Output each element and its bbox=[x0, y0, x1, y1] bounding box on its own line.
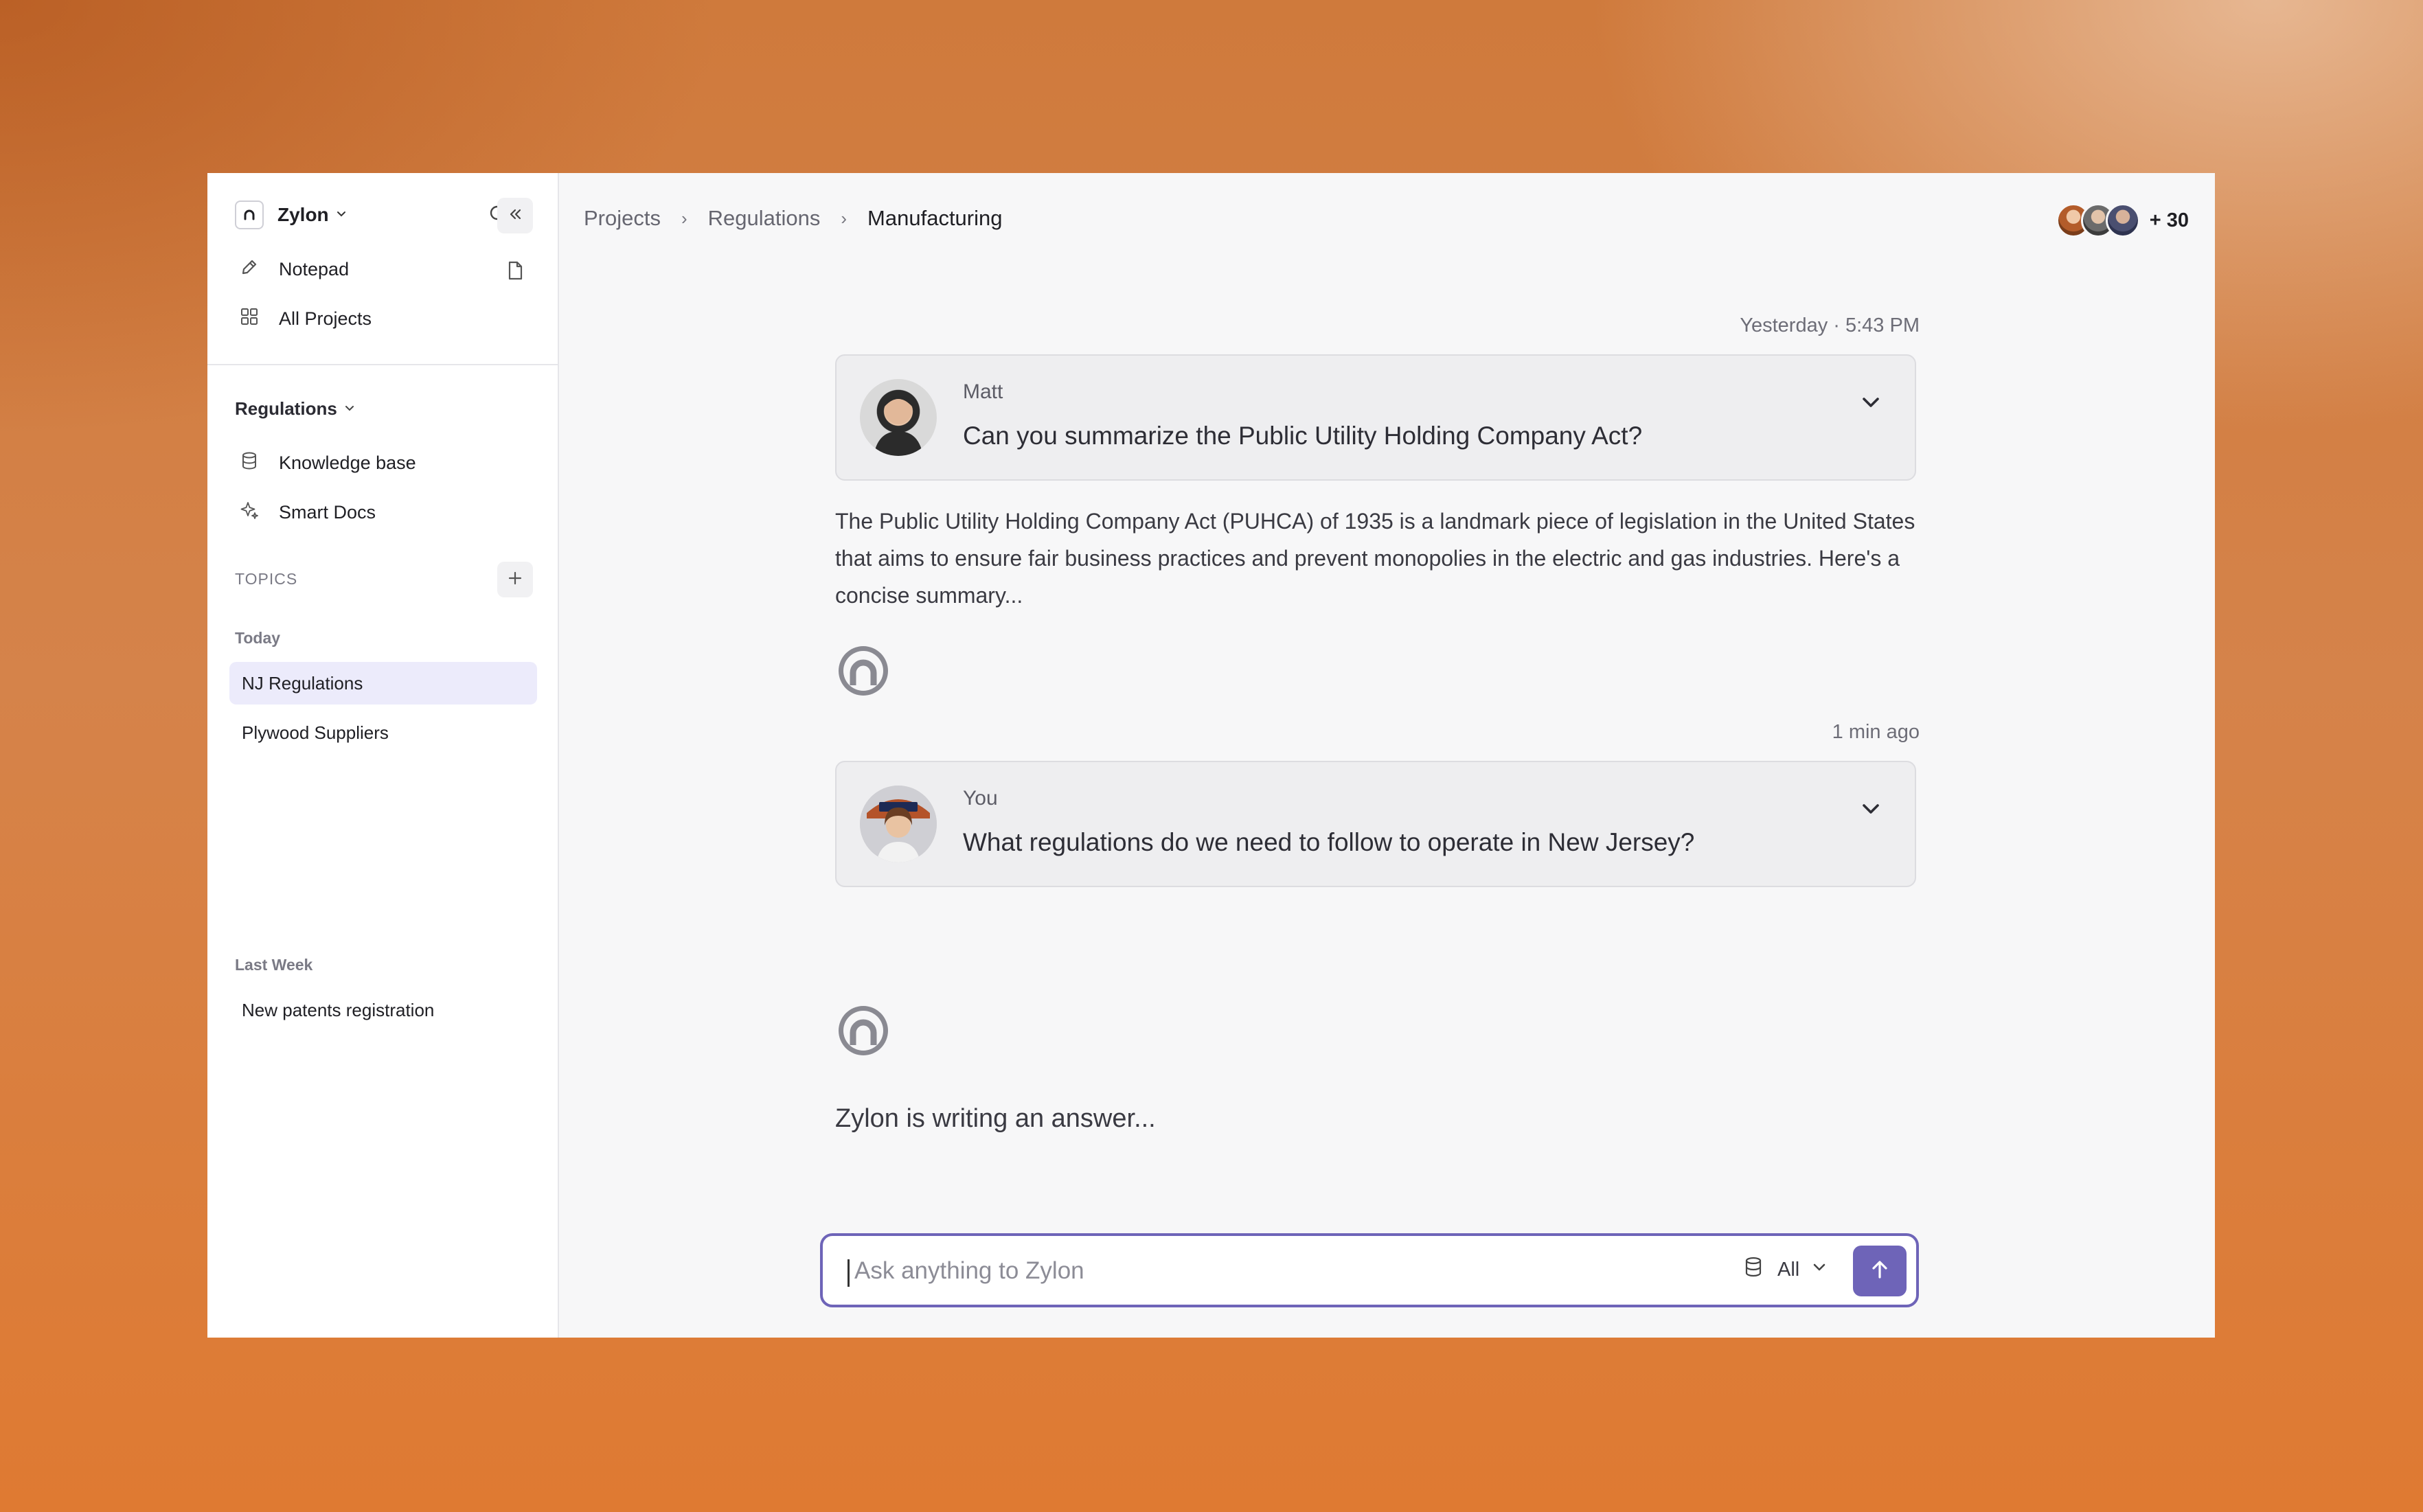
assistant-answer: The Public Utility Holding Company Act (… bbox=[835, 509, 1915, 608]
zylon-logo-icon bbox=[235, 201, 264, 229]
sidebar-item-knowledge-base[interactable]: Knowledge base bbox=[239, 450, 416, 476]
double-chevron-left-icon bbox=[505, 205, 525, 227]
workspace-switcher[interactable]: Zylon bbox=[235, 201, 348, 229]
topic-group-label: Today bbox=[235, 629, 281, 647]
message-author: You bbox=[963, 787, 998, 810]
database-icon bbox=[239, 450, 260, 476]
collaborators[interactable]: + 30 bbox=[2056, 203, 2189, 238]
collaborator-count: + 30 bbox=[2149, 209, 2189, 231]
brand-name: Zylon bbox=[277, 204, 329, 225]
message-timestamp: 1 min ago bbox=[1832, 721, 1920, 743]
message-input[interactable] bbox=[853, 1250, 1749, 1292]
sidebar: Zylon Notepad All Projects Regulations K… bbox=[207, 173, 559, 1338]
sparkle-icon bbox=[239, 500, 260, 525]
workspace-selector[interactable]: Regulations bbox=[235, 398, 356, 420]
user-message-card[interactable]: You What regulations do we need to follo… bbox=[835, 761, 1916, 887]
zylon-assistant-icon bbox=[835, 1003, 891, 1059]
text-cursor bbox=[848, 1259, 850, 1287]
sidebar-item-smart-docs[interactable]: Smart Docs bbox=[239, 500, 376, 525]
database-icon bbox=[1742, 1255, 1765, 1284]
zylon-assistant-icon bbox=[835, 643, 891, 699]
topic-group-label: Last Week bbox=[235, 956, 313, 974]
breadcrumb-item[interactable]: Projects bbox=[584, 206, 661, 231]
topic-item-plywood-suppliers[interactable]: Plywood Suppliers bbox=[229, 711, 537, 754]
avatar bbox=[860, 786, 937, 862]
chevron-down-icon bbox=[334, 207, 348, 224]
topic-item-new-patents-registration[interactable]: New patents registration bbox=[229, 989, 537, 1031]
chevron-down-icon[interactable] bbox=[1857, 389, 1885, 420]
source-selector[interactable]: All bbox=[1742, 1255, 1830, 1284]
arrow-up-icon bbox=[1867, 1257, 1892, 1285]
pencil-icon bbox=[239, 257, 260, 282]
breadcrumb: Projects › Regulations › Manufacturing bbox=[584, 206, 1003, 231]
message-text: Can you summarize the Public Utility Hol… bbox=[963, 422, 1643, 450]
breadcrumb-current: Manufacturing bbox=[867, 206, 1003, 230]
message-text: What regulations do we need to follow to… bbox=[963, 828, 1695, 856]
chevron-down-icon bbox=[343, 398, 356, 420]
chevron-down-icon bbox=[1809, 1257, 1830, 1283]
chevron-down-icon[interactable] bbox=[1857, 795, 1885, 826]
message-timestamp: Yesterday · 5:43 PM bbox=[1740, 314, 1920, 336]
plus-icon bbox=[506, 569, 524, 591]
sidebar-item-notepad[interactable]: Notepad bbox=[239, 257, 349, 282]
assistant-status: Zylon is writing an answer... bbox=[835, 1104, 1156, 1133]
user-message-card[interactable]: Matt Can you summarize the Public Utilit… bbox=[835, 354, 1916, 481]
sidebar-item-label: All Projects bbox=[279, 308, 372, 329]
topic-item-nj-regulations[interactable]: NJ Regulations bbox=[229, 662, 537, 705]
sidebar-item-all-projects[interactable]: All Projects bbox=[239, 306, 372, 332]
file-icon bbox=[505, 260, 525, 284]
main-panel: Projects › Regulations › Manufacturing +… bbox=[559, 173, 2215, 1338]
new-note-button[interactable] bbox=[497, 254, 533, 290]
sidebar-item-label: Smart Docs bbox=[279, 502, 376, 523]
breadcrumb-item[interactable]: Regulations bbox=[708, 206, 821, 231]
avatar bbox=[860, 379, 937, 456]
collapse-sidebar-button[interactable] bbox=[497, 198, 533, 233]
add-topic-button[interactable] bbox=[497, 562, 533, 597]
source-value: All bbox=[1777, 1258, 1800, 1281]
sidebar-item-label: Knowledge base bbox=[279, 453, 416, 473]
avatar bbox=[2105, 203, 2140, 238]
message-author: Matt bbox=[963, 380, 1003, 403]
send-button[interactable] bbox=[1853, 1246, 1907, 1296]
message-composer: All bbox=[820, 1233, 1919, 1307]
workspace-name: Regulations bbox=[235, 398, 337, 419]
chevron-right-icon: › bbox=[681, 207, 687, 229]
chevron-right-icon: › bbox=[841, 207, 848, 229]
topics-label: TOPICS bbox=[235, 570, 298, 588]
grid-icon bbox=[239, 306, 260, 332]
sidebar-item-label: Notepad bbox=[279, 259, 350, 279]
app-window: Zylon Notepad All Projects Regulations K… bbox=[207, 173, 2215, 1338]
sidebar-header: Zylon Notepad All Projects bbox=[207, 173, 558, 365]
